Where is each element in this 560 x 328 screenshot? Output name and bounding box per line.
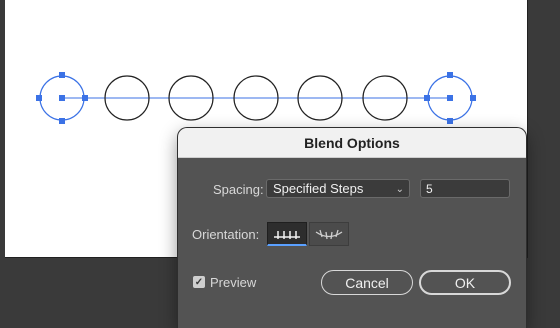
align-to-page-button[interactable]	[267, 222, 307, 246]
align-to-path-button[interactable]	[309, 222, 349, 246]
spacing-select-value: Specified Steps	[273, 181, 364, 196]
anchor-point	[447, 72, 453, 78]
align-to-page-icon	[274, 230, 300, 239]
cancel-button[interactable]: Cancel	[321, 270, 413, 295]
dialog-titlebar[interactable]: Blend Options	[178, 128, 526, 158]
center-point	[447, 95, 453, 101]
preview-label: Preview	[210, 275, 257, 290]
spacing-label: Spacing:	[213, 182, 264, 197]
chevron-down-icon: ⌄	[395, 184, 404, 195]
ok-button[interactable]: OK	[419, 270, 511, 295]
align-to-path-icon	[315, 229, 343, 240]
anchor-point	[82, 95, 88, 101]
orientation-label: Orientation:	[192, 227, 260, 242]
anchor-point	[447, 118, 453, 124]
anchor-point	[470, 95, 476, 101]
dialog-title: Blend Options	[304, 134, 400, 151]
anchor-point	[36, 95, 42, 101]
steps-input[interactable]	[420, 179, 510, 198]
anchor-point	[424, 95, 430, 101]
preview-checkbox[interactable]: ✓	[193, 276, 205, 288]
spacing-select[interactable]: Specified Steps ⌄	[266, 179, 410, 198]
center-point	[59, 95, 65, 101]
anchor-point	[59, 72, 65, 78]
anchor-point	[59, 118, 65, 124]
